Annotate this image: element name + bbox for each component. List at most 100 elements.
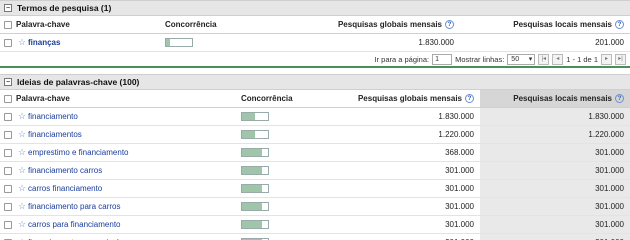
competition-cell [225, 148, 308, 157]
keyword-link[interactable]: financiamento para carros [28, 202, 121, 211]
column-global-label: Pesquisas globais mensais [357, 93, 462, 103]
keyword-cell: ☆ emprestimo e financiamento [16, 147, 225, 158]
row-checkbox[interactable] [4, 112, 12, 121]
select-all-checkbox[interactable] [4, 20, 12, 29]
help-icon[interactable]: ? [465, 94, 474, 104]
competition-bar [241, 220, 269, 229]
keyword-link[interactable]: financiamento [28, 112, 78, 121]
competition-bar [241, 184, 269, 193]
keyword-link[interactable]: carros financiamento [28, 184, 102, 193]
prev-page-icon[interactable]: ◂ [552, 53, 564, 65]
last-page-icon[interactable]: ▸| [615, 53, 626, 65]
table-row[interactable]: ☆ finanças 1.830.000 201.000 [0, 34, 630, 52]
column-local-searches[interactable]: Pesquisas locais mensais? [480, 90, 630, 107]
competition-fill [242, 167, 262, 174]
star-icon[interactable]: ☆ [16, 147, 28, 158]
local-searches-cell: 201.000 [595, 38, 624, 47]
collapse-icon[interactable]: − [4, 78, 12, 86]
star-icon[interactable]: ☆ [16, 111, 28, 122]
first-page-icon[interactable]: |◂ [538, 53, 550, 65]
global-searches-cell: 301.000 [445, 166, 474, 175]
go-to-page-label: Ir para a página: [374, 54, 430, 64]
row-checkbox[interactable] [4, 130, 12, 139]
keyword-ideas-header[interactable]: − Ideias de palavras-chave (100) [0, 74, 630, 90]
column-global-searches[interactable]: Pesquisas globais mensais? [308, 93, 480, 104]
table-row[interactable]: ☆financiamento para veiculos301.000301.0… [0, 234, 630, 240]
table-row[interactable]: ☆ financiamento 1.830.000 1.830.000 [0, 108, 630, 126]
next-page-icon[interactable]: ▸ [601, 53, 612, 65]
competition-bar [241, 130, 269, 139]
competition-fill [242, 221, 262, 228]
row-checkbox[interactable] [4, 184, 12, 193]
table-row[interactable]: ☆ financiamentos 1.220.000 1.220.000 [0, 126, 630, 144]
search-terms-section: − Termos de pesquisa (1) Palavra-chave C… [0, 0, 630, 68]
select-all-checkbox[interactable] [4, 94, 12, 103]
column-competition[interactable]: Concorrência [153, 20, 305, 29]
row-checkbox[interactable] [4, 166, 12, 175]
competition-cell [225, 184, 308, 193]
column-local-label: Pesquisas locais mensais [513, 19, 612, 29]
keyword-cell: ☆ carros para financiamento [16, 219, 225, 230]
table-row[interactable]: ☆ carros financiamento 301.000 301.000 [0, 180, 630, 198]
competition-fill [242, 149, 262, 156]
keyword-link[interactable]: carros para financiamento [28, 220, 121, 229]
search-terms-title: Termos de pesquisa (1) [17, 3, 112, 13]
table-row[interactable]: ☆ financiamento carros 301.000 301.000 [0, 162, 630, 180]
competition-fill [242, 113, 255, 120]
table-row[interactable]: ☆ carros para financiamento 301.000 301.000 [0, 216, 630, 234]
show-rows-label: Mostrar linhas: [455, 54, 505, 64]
row-checkbox[interactable] [4, 148, 12, 157]
competition-fill [242, 131, 255, 138]
keyword-cell: ☆ financiamento [16, 111, 225, 122]
table-row[interactable]: ☆ emprestimo e financiamento 368.000 301.00… [0, 144, 630, 162]
star-icon[interactable]: ☆ [16, 201, 28, 212]
keyword-cell: ☆ carros financiamento [16, 183, 225, 194]
column-keyword[interactable]: Palavra-chave [16, 20, 153, 29]
keyword-ideas-section: − Ideias de palavras-chave (100) Palavra… [0, 74, 630, 240]
page-number-input[interactable]: 1 [432, 53, 453, 65]
local-searches-cell: 301.000 [480, 180, 630, 197]
column-global-searches[interactable]: Pesquisas globais mensais? [305, 20, 460, 30]
row-checkbox[interactable] [4, 38, 12, 47]
competition-bar [241, 112, 269, 121]
local-searches-cell: 301.000 [480, 198, 630, 215]
competition-fill [242, 203, 262, 210]
local-searches-cell: 301.000 [480, 216, 630, 233]
row-checkbox[interactable] [4, 202, 12, 211]
help-icon[interactable]: ? [615, 94, 624, 103]
column-competition[interactable]: Concorrência [225, 94, 308, 103]
collapse-icon[interactable]: − [4, 4, 12, 12]
keyword-cell: ☆ financiamento carros [16, 165, 225, 176]
help-icon[interactable]: ? [445, 20, 454, 30]
star-icon[interactable]: ☆ [16, 183, 28, 194]
local-searches-cell: 1.830.000 [480, 108, 630, 125]
competition-cell [225, 130, 308, 139]
competition-bar [241, 148, 269, 157]
star-icon[interactable]: ☆ [16, 165, 28, 176]
column-keyword[interactable]: Palavra-chave [16, 94, 225, 103]
keyword-link[interactable]: emprestimo e financiamento [28, 148, 129, 157]
keyword-link[interactable]: financiamento carros [28, 166, 102, 175]
competition-cell [225, 220, 308, 229]
competition-bar [165, 38, 193, 47]
rows-per-page-select[interactable]: 50 ▾ [507, 53, 536, 65]
row-checkbox[interactable] [4, 220, 12, 229]
competition-cell [153, 38, 305, 47]
local-searches-cell: 301.000 [480, 234, 630, 240]
column-local-label: Pesquisas locais mensais [513, 94, 612, 103]
column-local-searches[interactable]: Pesquisas locais mensais? [460, 19, 630, 30]
rows-per-page-value: 50 [511, 55, 520, 63]
help-icon[interactable]: ? [615, 20, 624, 30]
keyword-link[interactable]: finanças [28, 38, 60, 47]
table-row[interactable]: ☆ financiamento para carros 301.000 301.000 [0, 198, 630, 216]
global-searches-cell: 1.830.000 [418, 38, 454, 47]
star-icon[interactable]: ☆ [16, 37, 28, 48]
star-icon[interactable]: ☆ [16, 219, 28, 230]
competition-cell [225, 202, 308, 211]
keyword-link[interactable]: financiamentos [28, 130, 82, 139]
competition-bar [241, 166, 269, 175]
search-terms-header[interactable]: − Termos de pesquisa (1) [0, 0, 630, 16]
keyword-cell: ☆ finanças [16, 37, 153, 48]
chevron-down-icon: ▾ [528, 55, 533, 63]
star-icon[interactable]: ☆ [16, 129, 28, 140]
